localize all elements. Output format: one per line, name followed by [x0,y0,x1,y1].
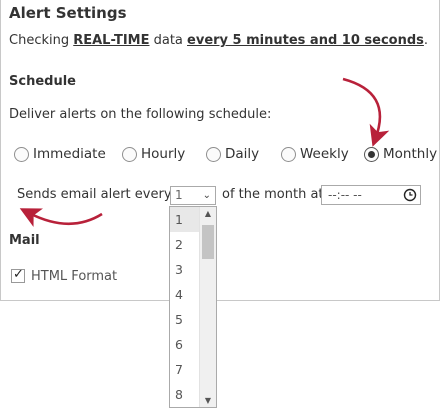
dropdown-scrollbar[interactable]: ▲ ▼ [199,207,216,407]
radio-weekly[interactable]: Weekly [281,144,349,164]
clock-icon[interactable] [403,188,417,202]
schedule-heading: Schedule [9,74,76,89]
radio-circle[interactable] [122,146,137,162]
html-format-label: HTML Format [31,268,118,284]
of-month-label: of the month at [222,187,324,202]
day-of-month-select[interactable]: 1 ⌄ [170,186,216,205]
mail-heading: Mail [9,233,40,248]
scrollbar-thumb[interactable] [202,225,214,259]
checkmark-icon: ✓ [13,267,24,282]
time-value: --:-- -- [328,188,362,202]
radio-label-hourly: Hourly [141,146,186,162]
checking-suffix: . [423,33,429,48]
checking-interval: every 5 minutes and 10 seconds [187,33,424,48]
checking-status-text: Checking REAL-TIME data every 5 minutes … [9,33,428,48]
radio-hourly[interactable]: Hourly [122,144,185,164]
radio-daily[interactable]: Daily [206,144,259,164]
scroll-down-icon[interactable]: ▼ [202,396,214,405]
scroll-up-icon[interactable]: ▲ [202,209,214,218]
page-title: Alert Settings [9,4,127,22]
checking-prefix: Checking [9,33,74,48]
radio-circle[interactable] [206,146,221,162]
sends-label: Sends email alert every [17,187,172,202]
radio-circle-selected[interactable] [364,146,379,162]
radio-label-daily: Daily [225,146,260,162]
radio-immediate[interactable]: Immediate [14,144,106,164]
time-input[interactable]: --:-- -- [321,185,421,205]
alert-settings-panel: Alert Settings Checking REAL-TIME data e… [0,0,440,301]
radio-label-weekly: Weekly [300,146,349,162]
html-format-checkbox[interactable]: ✓ [11,267,25,283]
day-dropdown-list[interactable]: 1 2 3 4 5 6 7 8 ▲ ▼ [169,206,217,408]
radio-circle[interactable] [281,146,296,162]
radio-label-immediate: Immediate [33,146,106,162]
deliver-text: Deliver alerts on the following schedule… [9,107,272,122]
checking-mode: REAL-TIME [73,33,150,48]
chevron-down-icon: ⌄ [202,190,211,201]
radio-label-monthly: Monthly [383,146,438,162]
radio-circle[interactable] [14,146,29,162]
radio-monthly[interactable]: Monthly [364,144,437,164]
day-select-value: 1 [175,188,183,202]
html-format-option[interactable]: ✓ HTML Format [11,267,117,285]
checking-middle: data [149,33,188,48]
